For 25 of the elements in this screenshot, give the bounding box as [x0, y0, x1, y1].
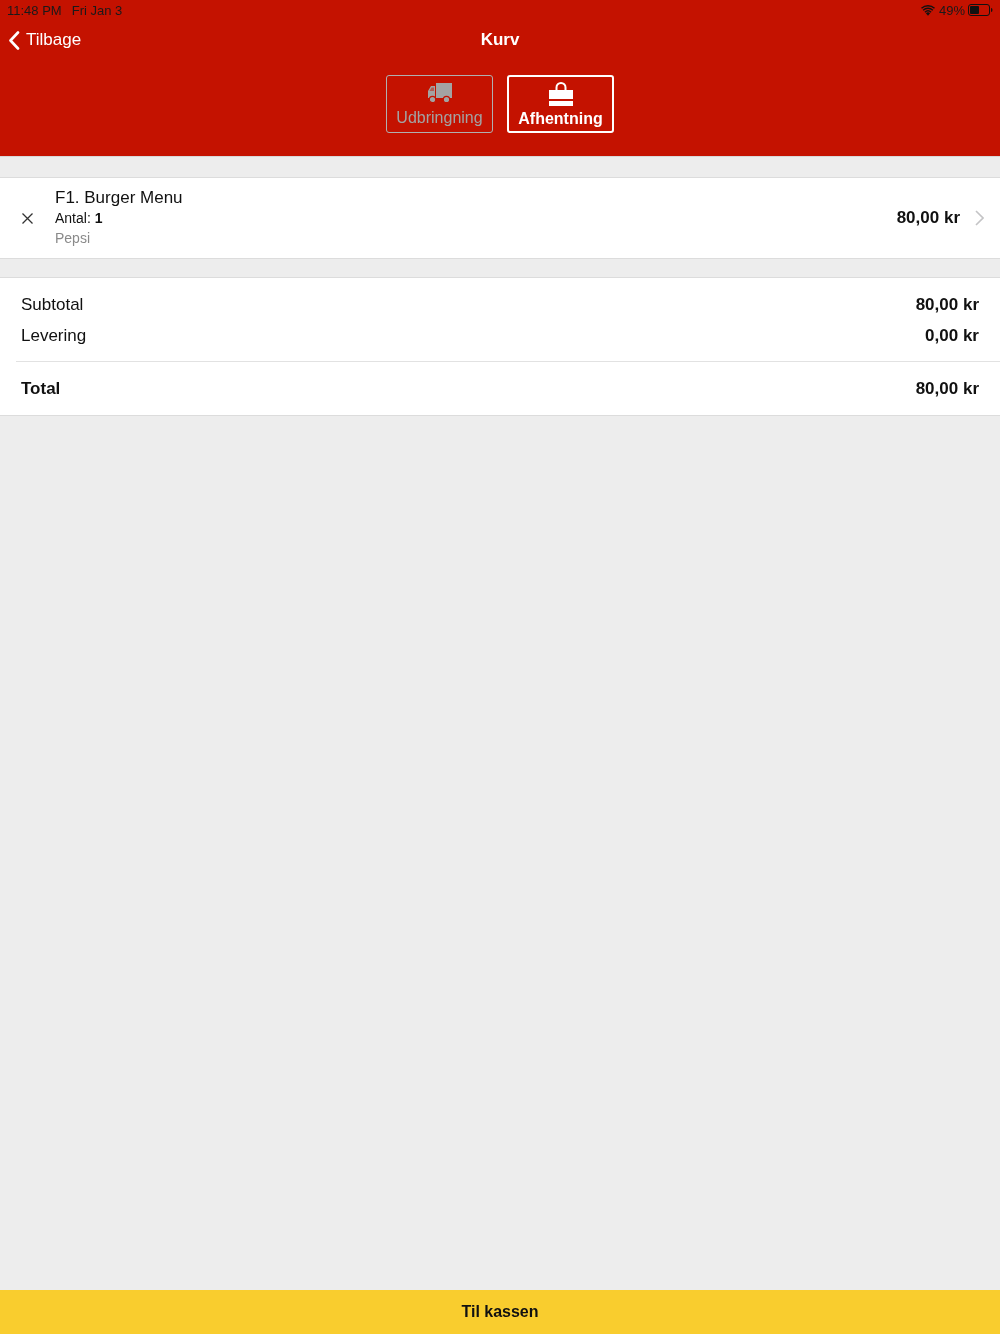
battery-percent: 49%: [938, 2, 965, 18]
status-date: Fri Jan 3: [71, 2, 123, 18]
shopping-bag-icon: [547, 82, 574, 106]
truck-icon: [426, 81, 453, 105]
back-button[interactable]: Tilbage: [8, 30, 82, 50]
summary-value: 80,00 kr: [915, 294, 979, 315]
page-title: Kurv: [480, 30, 520, 50]
pickup-tab[interactable]: Afhentning: [507, 75, 614, 133]
summary-value: 0,00 kr: [925, 325, 979, 346]
battery-icon: [968, 4, 993, 16]
close-icon[interactable]: [22, 212, 33, 224]
summary-label: Levering: [21, 325, 87, 346]
total-label: Total: [21, 378, 61, 399]
item-name: F1. Burger Menu: [55, 187, 183, 208]
cart-item-row[interactable]: F1. Burger Menu Antal: 1 Pepsi 80,00 kr: [0, 177, 1000, 259]
summary-label: Subtotal: [21, 294, 84, 315]
status-time: 11:48 PM: [7, 2, 62, 18]
total-value: 80,00 kr: [915, 378, 979, 399]
chevron-right-icon: [975, 210, 984, 226]
wifi-icon: [920, 4, 935, 16]
item-price: 80,00 kr: [896, 208, 960, 228]
chevron-left-icon: [8, 30, 20, 50]
item-option: Pepsi: [55, 228, 91, 249]
item-quantity: Antal: 1: [55, 209, 103, 228]
checkout-button[interactable]: Til kassen: [0, 1290, 1000, 1334]
